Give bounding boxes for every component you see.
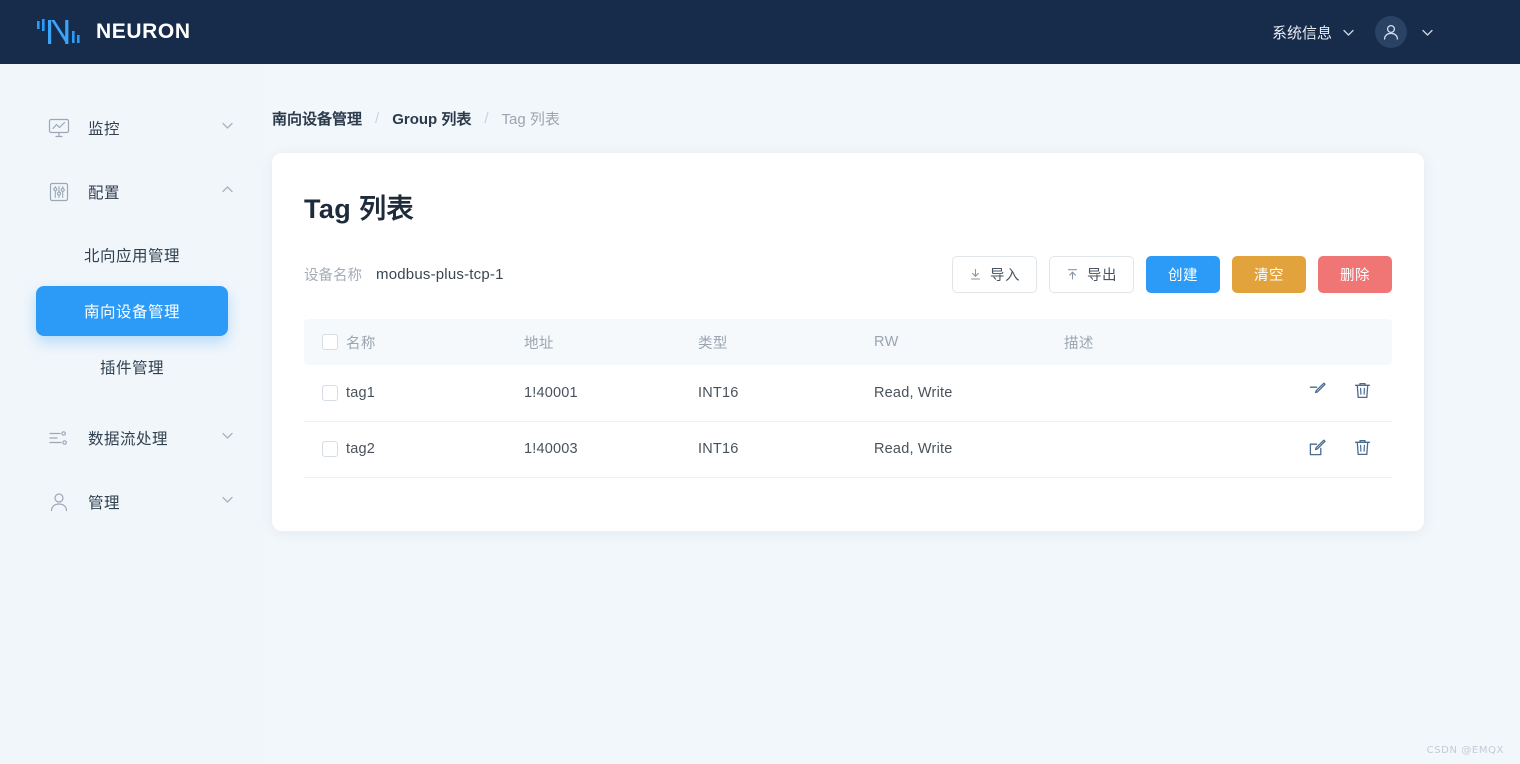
sidebar-item-north-apps[interactable]: 北向应用管理 [36, 230, 228, 280]
avatar [1375, 16, 1407, 48]
import-button[interactable]: 导入 [952, 256, 1037, 293]
table-header-row: 名称 地址 类型 RW 描述 [304, 319, 1392, 365]
sidebar-item-south-devices[interactable]: 南向设备管理 [36, 286, 228, 336]
export-upload-icon [1066, 268, 1079, 281]
monitor-chart-icon [46, 115, 72, 141]
cell-name: tag1 [346, 365, 524, 422]
cell-rw: Read, Write [874, 365, 1064, 422]
chevron-down-icon [221, 429, 234, 447]
column-header-actions [1272, 319, 1392, 365]
delete-button-label: 删除 [1340, 268, 1370, 284]
sidebar-nav: 监控 配置 北向应用管理 南向设备管理 插件管理 数据流处理 管理 [0, 64, 264, 764]
cell-actions [1272, 365, 1392, 422]
table-body: tag1 1!40001 INT16 Read, Write tag2 1!40… [304, 365, 1392, 478]
chevron-down-icon [1421, 26, 1434, 39]
delete-trash-icon[interactable] [1353, 438, 1372, 461]
sidebar-item-label: 监控 [88, 121, 121, 138]
sidebar-item-dataflow[interactable]: 数据流处理 [0, 414, 264, 462]
sidebar-item-label: 北向应用管理 [83, 248, 180, 265]
export-button-label: 导出 [1087, 268, 1117, 284]
column-header-address: 地址 [524, 319, 698, 365]
config-submenu: 北向应用管理 南向设备管理 插件管理 [0, 216, 264, 392]
import-button-label: 导入 [990, 268, 1020, 284]
cell-rw: Read, Write [874, 421, 1064, 478]
clear-all-button-label: 清空 [1254, 268, 1284, 284]
create-button-label: 创建 [1168, 268, 1198, 284]
brand-name: NEURON [96, 20, 191, 43]
neuron-logo-icon [36, 17, 82, 47]
column-header-name: 名称 [346, 319, 524, 365]
chevron-up-icon [221, 183, 234, 201]
cell-type: INT16 [698, 365, 874, 422]
device-name-label: 设备名称 [304, 268, 362, 284]
chevron-down-icon [221, 119, 234, 137]
row-checkbox[interactable] [322, 384, 338, 401]
delete-button[interactable]: 删除 [1318, 256, 1392, 293]
import-download-icon [969, 268, 982, 281]
breadcrumb-separator: / [484, 110, 489, 127]
column-header-description: 描述 [1064, 319, 1272, 365]
sidebar-item-label: 插件管理 [99, 360, 164, 377]
tag-table: 名称 地址 类型 RW 描述 tag1 1!40001 INT16 Read, … [304, 319, 1392, 478]
cell-type: INT16 [698, 421, 874, 478]
breadcrumb-item-tag-list: Tag 列表 [501, 111, 560, 128]
cell-address: 1!40003 [524, 421, 698, 478]
export-button[interactable]: 导出 [1049, 256, 1134, 293]
create-button[interactable]: 创建 [1146, 256, 1220, 293]
chevron-down-icon [221, 493, 234, 511]
device-name-value: modbus-plus-tcp-1 [376, 266, 504, 283]
watermark: CSDN @EMQX [1426, 745, 1504, 756]
page-title: Tag 列表 [304, 194, 414, 224]
table-row[interactable]: tag1 1!40001 INT16 Read, Write [304, 365, 1392, 422]
column-header-rw: RW [874, 319, 1064, 365]
breadcrumb-item-south-devices[interactable]: 南向设备管理 [272, 108, 362, 129]
main-content: 南向设备管理 / Group 列表 / Tag 列表 Tag 列表 设备名称 m… [264, 64, 1520, 764]
tag-list-card: Tag 列表 设备名称 modbus-plus-tcp-1 导入 导出 创建 清… [272, 153, 1424, 531]
user-icon [46, 489, 72, 515]
breadcrumb: 南向设备管理 / Group 列表 / Tag 列表 [272, 108, 1424, 129]
system-info-label: 系统信息 [1271, 24, 1332, 42]
cell-address: 1!40001 [524, 365, 698, 422]
top-header-bar: NEURON 系统信息 [0, 0, 1520, 64]
table-header-select [304, 319, 346, 365]
breadcrumb-item-group-list[interactable]: Group 列表 [392, 108, 471, 129]
cell-description [1064, 421, 1272, 478]
edit-pencil-icon[interactable] [1308, 381, 1327, 404]
sidebar-item-config[interactable]: 配置 [0, 168, 264, 216]
chevron-down-icon [1342, 26, 1355, 39]
sidebar-item-label: 配置 [88, 185, 121, 202]
select-all-checkbox[interactable] [322, 334, 338, 350]
action-button-group: 导入 导出 创建 清空 删除 [952, 256, 1392, 293]
user-menu[interactable] [1375, 16, 1434, 48]
system-info-menu[interactable]: 系统信息 [1272, 22, 1355, 43]
cell-description [1064, 365, 1272, 422]
sliders-icon [46, 179, 72, 205]
delete-trash-icon[interactable] [1353, 381, 1372, 404]
sidebar-item-plugins[interactable]: 插件管理 [36, 342, 228, 392]
sidebar-item-admin[interactable]: 管理 [0, 478, 264, 526]
row-checkbox[interactable] [322, 441, 338, 457]
clear-all-button[interactable]: 清空 [1232, 256, 1306, 293]
edit-pencil-icon[interactable] [1308, 438, 1327, 461]
row-select-cell [304, 365, 346, 422]
cell-actions [1272, 421, 1392, 478]
sidebar-item-label: 数据流处理 [88, 431, 169, 448]
sidebar-item-label: 管理 [88, 495, 121, 512]
column-header-type: 类型 [698, 319, 874, 365]
brand-logo[interactable]: NEURON [36, 17, 191, 47]
table-row[interactable]: tag2 1!40003 INT16 Read, Write [304, 421, 1392, 478]
table-header: 名称 地址 类型 RW 描述 [304, 319, 1392, 365]
cell-name: tag2 [346, 421, 524, 478]
sidebar-item-label: 南向设备管理 [83, 304, 180, 321]
breadcrumb-separator: / [375, 110, 380, 127]
header-right-controls: 系统信息 [1272, 16, 1496, 48]
card-toolbar: 设备名称 modbus-plus-tcp-1 导入 导出 创建 清空 删除 [304, 256, 1392, 293]
sidebar-item-monitor[interactable]: 监控 [0, 104, 264, 152]
row-select-cell [304, 421, 346, 478]
dataflow-icon [46, 425, 72, 451]
